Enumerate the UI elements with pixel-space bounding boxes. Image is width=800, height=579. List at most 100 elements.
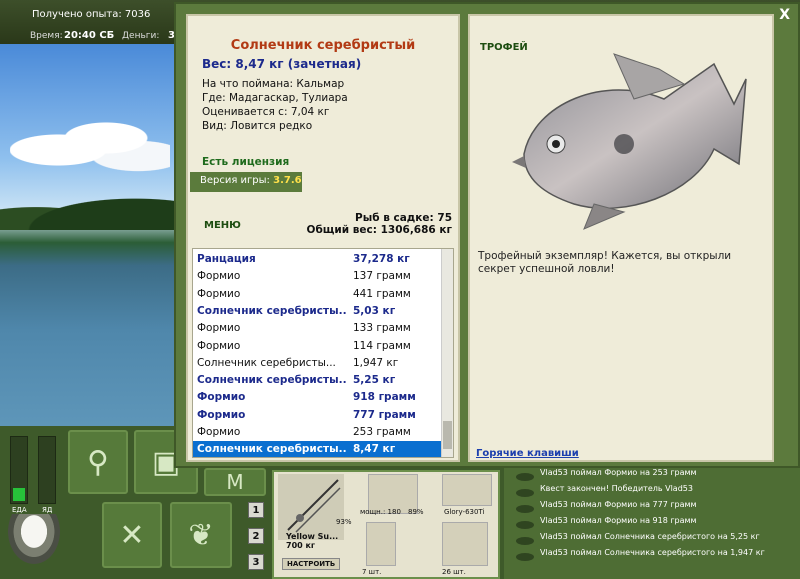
catch-fish-weight: 114 грамм [353,339,411,352]
catch-list[interactable]: Ранцация 37,278 кг Формио 137 грамм Формио 44… [192,248,454,458]
rod-condition: 93% [336,518,352,526]
keepnet-stats: Рыб в садке: 75 Общий вес: 1306,686 кг [307,212,452,236]
line-label: Glory-630Ti [444,508,485,516]
catch-list-row[interactable]: Формио 918 грамм [193,389,443,406]
fish-button[interactable]: ❦ [170,502,232,568]
catch-fish-weight: 133 грамм [353,322,411,335]
chat-message: Vlad53 поймал Формио на 777 грамм [540,500,697,509]
fish-icon [516,537,534,545]
menu-button[interactable]: МЕНЮ [204,220,241,231]
bait-count: 26 шт. [442,568,466,576]
fish-image [512,53,747,230]
pot-icon[interactable] [8,514,60,564]
experience-text: Получено опыта: 7036 [32,9,151,20]
fish-icon [516,489,534,497]
hook-slot[interactable] [366,522,396,566]
poison-gauge [38,436,56,504]
catch-list-scrollbar[interactable] [441,249,453,457]
catch-fish-name: Солнечник серебристы... [197,304,347,317]
catch-list-row[interactable]: Формио 777 грамм [193,407,443,424]
catch-list-row[interactable]: Солнечник серебристы... 5,25 кг [193,372,443,389]
catch-fish-name: Формио [197,322,241,335]
catch-list-row[interactable]: Формио 114 грамм [193,338,443,355]
fork-knife-icon: ✕ [119,517,145,553]
game-scene[interactable] [0,44,180,426]
tackle-panel: Yellow Su... 700 кг 93% НАСТРОИТЬ мощн.:… [272,470,500,579]
time-label: Время: [30,31,63,41]
catch-fish-name: Формио [197,270,241,283]
hotkeys-link[interactable]: Горячие клавиши [476,448,579,459]
food-gauge [10,436,28,504]
reel-label: мощн.: 180 [360,508,401,516]
catch-fish-weight: 777 грамм [353,408,416,421]
chat-log: Vlad53 поймал Формио на 253 грамм Квест … [504,462,800,579]
fish-icon [516,521,534,529]
food-button[interactable]: ✕ [102,502,162,568]
total-weight: Общий вес: 1306,686 кг [306,224,452,236]
scrollbar-thumb[interactable] [443,421,452,449]
trophy-panel: ТРОФЕЙ Трофейный экземпляр! Кажется, вы … [468,14,774,462]
fish-icon [516,473,534,481]
fish-icon: ❦ [188,517,214,553]
chat-message: Vlad53 поймал Формио на 918 грамм [540,516,697,525]
catch-list-row[interactable]: Солнечник серебристы... 1,947 кг [193,355,443,372]
fish-icon [516,553,534,561]
food-gauge-fill [13,488,25,501]
trophy-text: Трофейный экземпляр! Кажется, вы открыли… [478,250,732,275]
close-button[interactable]: X [779,7,790,23]
valued-at: Оценивается с: 7,04 кг [202,106,330,118]
catch-list-row[interactable]: Формио 137 грамм [193,268,443,285]
rod-icon: ⚲ [87,444,109,480]
line-slot[interactable] [442,474,492,506]
poison-label: ЯД [42,506,53,514]
version-value: 3.7.6 [273,175,302,186]
catch-fish-name: Формио [197,287,241,300]
map-button[interactable]: M [204,468,266,496]
fish-in-keepnet: Рыб в садке: 75 [355,212,452,224]
catch-fish-name: Формио [197,408,246,421]
rod-weight: 700 кг [286,541,316,550]
catch-fish-name: Солнечник серебристы... [197,374,347,387]
chat-message: Vlad53 поймал Солнечника серебристого на… [540,532,760,541]
catch-fish-weight: 5,25 кг [353,374,396,387]
rods-button[interactable]: ⚲ [68,430,128,494]
game-version: Версия игры: 3.7.6 [190,172,302,192]
time-value: 20:40 СБ [64,30,115,41]
catch-fish-weight: 253 грамм [353,426,411,438]
food-label: ЕДА [12,506,27,514]
catch-fish-name: Формио [197,426,241,438]
catch-list-row[interactable]: Солнечник серебристы... 8,47 кг [193,441,443,457]
catch-fish-name: Ранцация [197,253,256,265]
catch-fish-weight: 1,947 кг [353,356,399,369]
rod-slot[interactable] [278,474,344,540]
catch-fish-name: Формио [197,391,246,404]
fish-info-panel: Солнечник серебристый Вес: 8,47 кг (заче… [186,14,460,462]
map-icon: M [226,470,244,494]
catch-list-row[interactable]: Солнечник серебристы... 5,03 кг [193,303,443,320]
money-label: Деньги: [122,31,160,41]
catch-list-row[interactable]: Формио 441 грамм [193,286,443,303]
page-button-1[interactable]: 1 [248,502,264,518]
chat-message: Vlad53 поймал Солнечника серебристого на… [540,548,765,557]
catch-list-row[interactable]: Формио 253 грамм [193,424,443,441]
catch-fish-name: Солнечник серебристы... [197,443,347,456]
caught-on: На что поймана: Кальмар [202,78,345,90]
fish-weight: Вес: 8,47 кг (зачетная) [202,57,362,71]
bait-slot[interactable] [442,522,488,566]
reel-condition: 89% [408,508,424,516]
catch-fish-name: Солнечник серебристы... [197,356,336,369]
catch-location: Где: Мадагаскар, Тулиара [202,92,348,104]
catch-fish-weight: 5,03 кг [353,304,396,317]
chat-message: Квест закончен! Победитель Vlad53 [540,484,693,493]
fish-icon [516,505,534,513]
license-status: Есть лицензия [202,156,290,168]
rod-image-icon [287,479,341,533]
fish-name: Солнечник серебристый [230,38,416,53]
setup-button[interactable]: НАСТРОИТЬ [282,558,341,570]
catch-list-row[interactable]: Ранцация 37,278 кг [193,251,443,268]
catch-list-row[interactable]: Формио 133 грамм [193,320,443,337]
fish-type: Вид: Ловится редко [202,120,313,132]
page-button-3[interactable]: 3 [248,554,264,570]
catch-fish-weight: 918 грамм [353,391,416,404]
page-button-2[interactable]: 2 [248,528,264,544]
